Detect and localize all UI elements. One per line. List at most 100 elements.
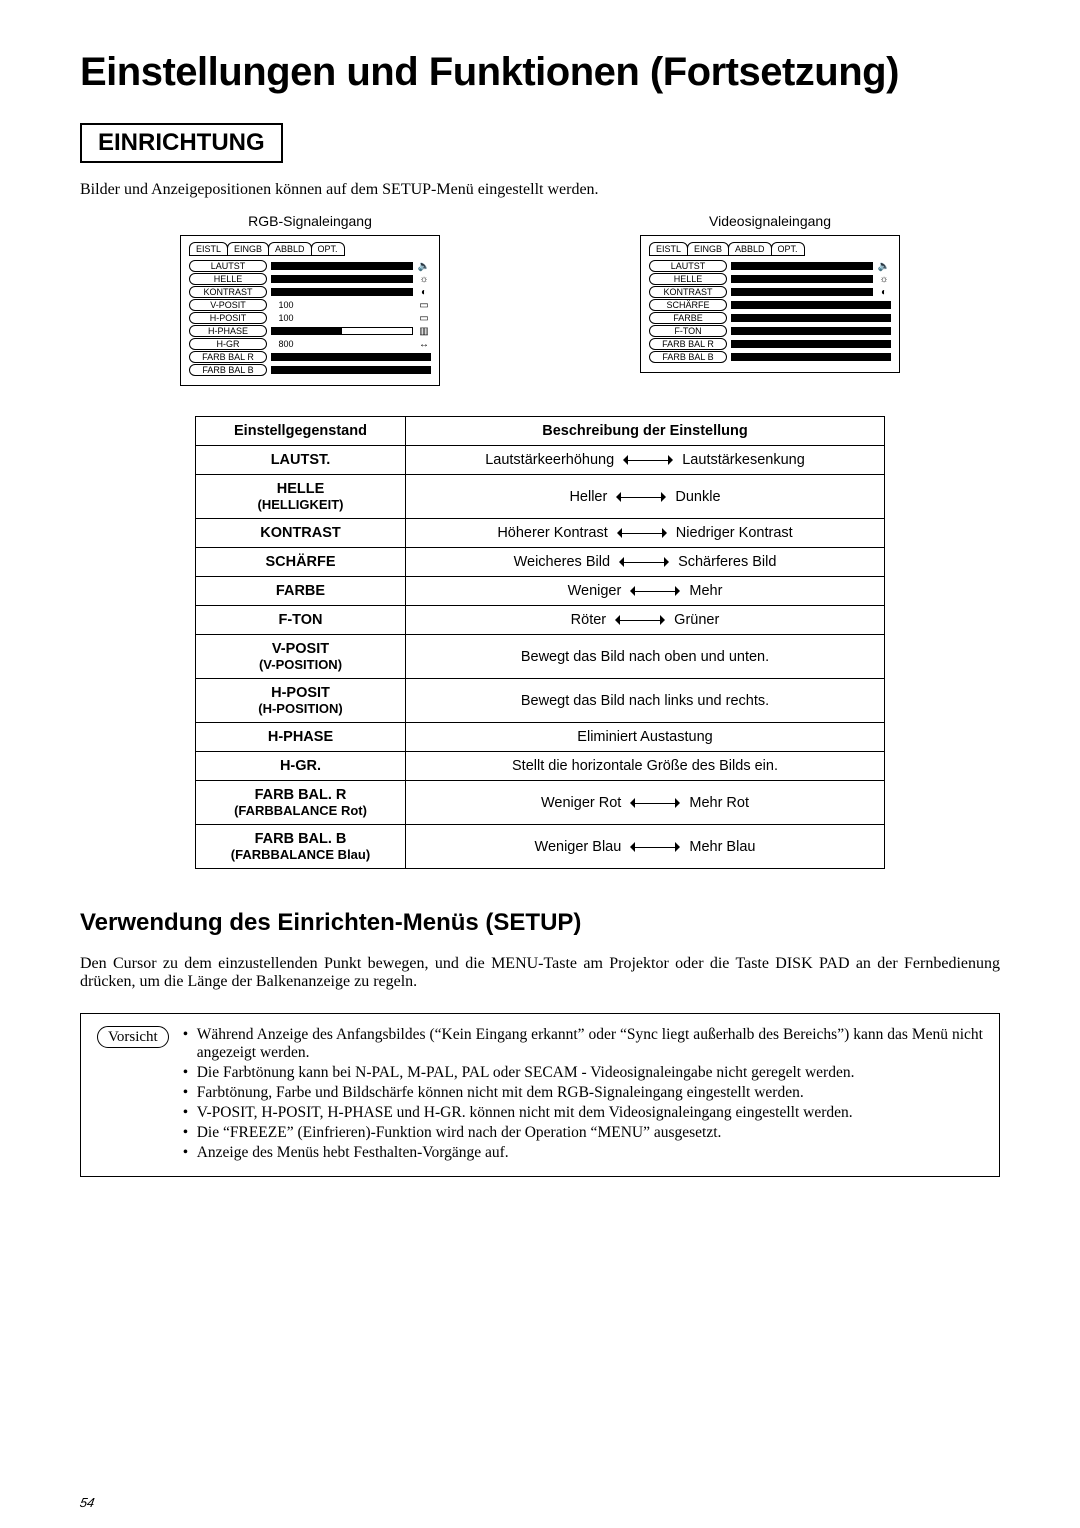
osd-row: RGB-Signaleingang EISTLEINGBABBLDOPT. LAU…	[80, 213, 1000, 386]
table-row: KONTRASTHöherer Kontrast Niedriger Kontr…	[196, 519, 885, 548]
osd-item-label: KONTRAST	[189, 286, 267, 298]
osd-item: HELLE☼	[649, 273, 891, 285]
osd-item-label: KONTRAST	[649, 286, 727, 298]
osd-bar	[271, 327, 413, 335]
row-desc: Weniger Blau Mehr Blau	[406, 825, 885, 869]
row-desc: Röter Grüner	[406, 606, 885, 635]
osd-item: H-POSIT 100 ▭	[189, 312, 431, 324]
osd-item: H-PHASE ▥	[189, 325, 431, 337]
osd-item: KONTRAST ◐	[649, 286, 891, 298]
osd-bar	[731, 288, 873, 296]
osd-tab: EISTL	[189, 242, 228, 256]
osd-item-label: HELLE	[189, 273, 267, 285]
row-item: V-POSIT(V-POSITION)	[196, 635, 406, 679]
settings-table: Einstellgegenstand Beschreibung der Eins…	[195, 416, 885, 869]
osd-icon: 🔈	[417, 261, 431, 272]
osd-bar	[271, 262, 413, 270]
osd-item-label: FARB BAL B	[189, 364, 267, 376]
osd-item-label: H-PHASE	[189, 325, 267, 337]
osd-left-column: RGB-Signaleingang EISTLEINGBABBLDOPT. LAU…	[180, 213, 440, 386]
caution-item: •Während Anzeige des Anfangsbildes (“Kei…	[183, 1026, 983, 1062]
row-item: FARB BAL. R(FARBBALANCE Rot)	[196, 781, 406, 825]
osd-item: LAUTST🔈	[649, 260, 891, 272]
table-row: HELLE(HELLIGKEIT)Heller Dunkle	[196, 475, 885, 519]
osd-bar	[731, 314, 891, 322]
page-title: Einstellungen und Funktionen (Fortsetzun…	[80, 50, 1000, 95]
osd-item-label: F-TON	[649, 325, 727, 337]
row-item: F-TON	[196, 606, 406, 635]
osd-item: F-TON	[649, 325, 891, 337]
th-desc: Beschreibung der Einstellung	[406, 417, 885, 446]
caution-list: •Während Anzeige des Anfangsbildes (“Kei…	[183, 1026, 983, 1164]
row-item: SCHÄRFE	[196, 548, 406, 577]
osd-item-label: V-POSIT	[189, 299, 267, 311]
row-item: H-POSIT(H-POSITION)	[196, 679, 406, 723]
osd-item: FARB BAL B	[649, 351, 891, 363]
subheading: Verwendung des Einrichten-Menüs (SETUP)	[80, 909, 1000, 937]
osd-item: SCHÄRFE	[649, 299, 891, 311]
row-item: FARBE	[196, 577, 406, 606]
osd-icon: ▭	[417, 313, 431, 324]
osd-item: KONTRAST◐	[189, 286, 431, 298]
osd-tabs: EISTLEINGBABBLDOPT.	[189, 242, 431, 256]
th-item: Einstellgegenstand	[196, 417, 406, 446]
osd-item-label: LAUTST	[189, 260, 267, 272]
page-number: 54	[79, 1495, 96, 1510]
row-item: H-PHASE	[196, 723, 406, 752]
table-row: H-GR.Stellt die horizontale Größe des Bi…	[196, 752, 885, 781]
osd-bar	[731, 275, 873, 283]
osd-icon: ◐	[877, 287, 891, 298]
table-row: LAUTST.Lautstärkeerhöhung Lautstärkesenk…	[196, 446, 885, 475]
osd-item-label: SCHÄRFE	[649, 299, 727, 311]
table-row: F-TONRöter Grüner	[196, 606, 885, 635]
osd-tab: EINGB	[687, 242, 729, 256]
osd-item-label: H-GR	[189, 338, 267, 350]
table-row: H-PHASEEliminiert Austastung	[196, 723, 885, 752]
osd-bar	[731, 327, 891, 335]
osd-item: FARB BAL R	[649, 338, 891, 350]
subheading-text: Den Cursor zu dem einzustellenden Punkt …	[80, 955, 1000, 991]
osd-panel-video: EISTLEINGBABBLDOPT. LAUTST🔈HELLE☼KONTRAST…	[640, 235, 900, 373]
caution-item: •V-POSIT, H-POSIT, H-PHASE und H-GR. kön…	[183, 1104, 983, 1122]
osd-item: FARB BAL R	[189, 351, 431, 363]
osd-item-label: LAUTST	[649, 260, 727, 272]
osd-panel-rgb: EISTLEINGBABBLDOPT.LAUTST🔈HELLE☼KONTRAST…	[180, 235, 440, 386]
row-desc: Weniger Rot Mehr Rot	[406, 781, 885, 825]
osd-bar	[271, 275, 413, 283]
osd-bar	[731, 262, 873, 270]
osd-tab: OPT.	[771, 242, 805, 256]
osd-item-label: FARB BAL R	[649, 338, 727, 350]
osd-icon: ☼	[417, 274, 431, 285]
osd-left-caption: RGB-Signaleingang	[180, 213, 440, 229]
row-item: LAUTST.	[196, 446, 406, 475]
osd-item-label: HELLE	[649, 273, 727, 285]
osd-value: 100	[271, 313, 301, 323]
row-item: HELLE(HELLIGKEIT)	[196, 475, 406, 519]
osd-value: 100	[271, 300, 301, 310]
row-item: KONTRAST	[196, 519, 406, 548]
osd-tabs: EISTLEINGBABBLDOPT.	[649, 242, 891, 256]
osd-bar	[731, 353, 891, 361]
osd-item: FARB BAL B	[189, 364, 431, 376]
row-desc: Stellt die horizontale Größe des Bilds e…	[406, 752, 885, 781]
row-desc: Heller Dunkle	[406, 475, 885, 519]
row-desc: Eliminiert Austastung	[406, 723, 885, 752]
osd-value: 800	[271, 339, 301, 349]
osd-tab: EINGB	[227, 242, 269, 256]
osd-item-label: FARBE	[649, 312, 727, 324]
row-desc: Weicheres Bild Schärferes Bild	[406, 548, 885, 577]
row-item: H-GR.	[196, 752, 406, 781]
osd-item-label: H-POSIT	[189, 312, 267, 324]
osd-right-caption: Videosignaleingang	[640, 213, 900, 229]
section-heading-box: EINRICHTUNG	[80, 123, 283, 163]
osd-item: HELLE ☼	[189, 273, 431, 285]
osd-right-column: Videosignaleingang EISTLEINGBABBLDOPT. LA…	[640, 213, 900, 386]
table-row: SCHÄRFEWeicheres Bild Schärferes Bild	[196, 548, 885, 577]
caution-item: •Die “FREEZE” (Einfrieren)-Funktion wird…	[183, 1124, 983, 1142]
osd-bar	[271, 288, 413, 296]
osd-bar	[731, 340, 891, 348]
table-row: FARBEWeniger Mehr	[196, 577, 885, 606]
row-item: FARB BAL. B(FARBBALANCE Blau)	[196, 825, 406, 869]
osd-icon: ▥	[417, 326, 431, 337]
caution-item: •Die Farbtönung kann bei N-PAL, M-PAL, P…	[183, 1064, 983, 1082]
